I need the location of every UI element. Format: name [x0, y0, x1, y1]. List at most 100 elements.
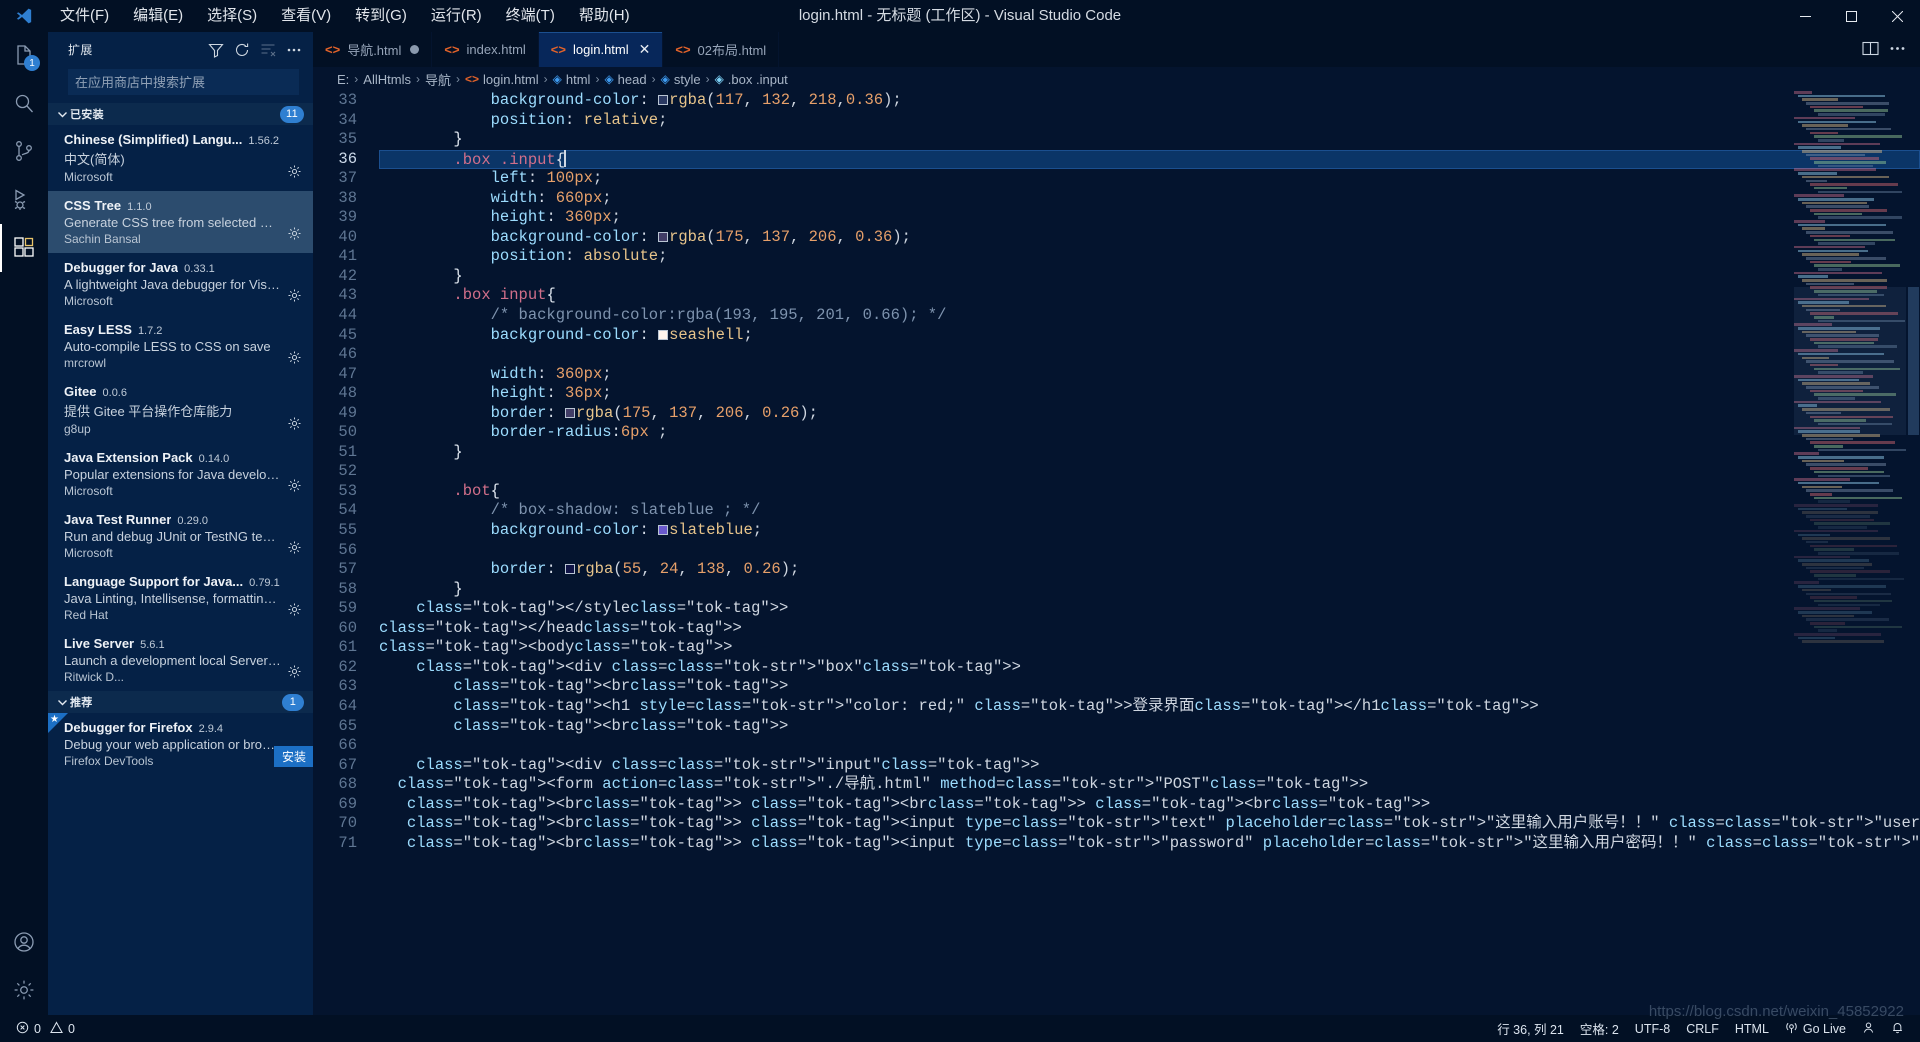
code-line[interactable]: left: 100px; [379, 169, 1920, 189]
tab-index-html[interactable]: <> index.html [432, 32, 539, 67]
code-line[interactable]: border: rgba(175, 137, 206, 0.26); [379, 404, 1920, 424]
code-line[interactable]: border-radius:6px ; [379, 423, 1920, 443]
activity-run-debug[interactable] [0, 176, 48, 224]
code-line[interactable]: class="tok-tag"><div class=class="tok-st… [379, 658, 1920, 678]
status-language-mode[interactable]: HTML [1727, 1015, 1777, 1042]
search-input[interactable] [75, 74, 292, 90]
gear-icon[interactable] [287, 288, 302, 306]
maximize-button[interactable] [1828, 0, 1874, 32]
gear-icon[interactable] [287, 478, 302, 496]
list-item[interactable]: Debugger for Java 0.33.1 A lightweight J… [48, 253, 313, 315]
breadcrumb-item-drive[interactable]: E: [337, 72, 349, 87]
breadcrumb-item-selector[interactable]: ◈ .box .input [715, 72, 788, 87]
code-line[interactable]: class="tok-tag"><brclass="tok-tag">> cla… [379, 814, 1920, 834]
section-installed-header[interactable]: 已安装 11 [48, 103, 313, 125]
activity-extensions[interactable] [0, 224, 48, 272]
code-line[interactable] [379, 345, 1920, 365]
activity-search[interactable] [0, 80, 48, 128]
breadcrumb-item-daohang[interactable]: 导航 [425, 70, 451, 89]
code-line[interactable] [379, 736, 1920, 756]
clear-search-icon[interactable] [257, 39, 279, 61]
code-line[interactable]: background-color: slateblue; [379, 521, 1920, 541]
code-line[interactable]: /* background-color:rgba(193, 195, 201, … [379, 306, 1920, 326]
code-line[interactable]: } [379, 580, 1920, 600]
list-item[interactable]: ★ Debugger for Firefox 2.9.4 Debug your … [48, 713, 313, 775]
gear-icon[interactable] [287, 602, 302, 620]
status-go-live[interactable]: Go Live [1777, 1015, 1854, 1042]
extension-search-box[interactable] [68, 69, 299, 95]
code-line[interactable] [379, 462, 1920, 482]
list-item[interactable]: Easy LESS 1.7.2 Auto-compile LESS to CSS… [48, 315, 313, 377]
close-icon[interactable]: ✕ [639, 41, 651, 58]
more-actions-icon[interactable] [1889, 40, 1906, 60]
breadcrumb[interactable]: E: › AllHtmls › 导航 › <> login.html › ◈ h… [313, 67, 1920, 91]
tab-login-html[interactable]: <> login.html ✕ [538, 32, 664, 67]
gear-icon[interactable] [287, 540, 302, 558]
code-line[interactable]: background-color: rgba(117, 132, 218,0.3… [379, 91, 1920, 111]
menu-view[interactable]: 查看(V) [269, 0, 343, 32]
code-line[interactable]: class="tok-tag"></styleclass="tok-tag">> [379, 599, 1920, 619]
status-encoding[interactable]: UTF-8 [1627, 1015, 1678, 1042]
activity-settings[interactable] [0, 967, 48, 1015]
code-line[interactable]: position: absolute; [379, 247, 1920, 267]
breadcrumb-item-html[interactable]: ◈ html [553, 72, 591, 87]
minimap[interactable] [1794, 91, 1906, 1015]
code-line[interactable]: background-color: rgba(175, 137, 206, 0.… [379, 228, 1920, 248]
list-item[interactable]: Chinese (Simplified) Langu... 1.56.2 中文(… [48, 125, 313, 191]
activity-source-control[interactable] [0, 128, 48, 176]
minimap-viewport[interactable] [1794, 287, 1906, 435]
status-cursor-position[interactable]: 行 36, 列 21 [1489, 1015, 1572, 1042]
minimize-button[interactable] [1782, 0, 1828, 32]
code-line[interactable]: } [379, 267, 1920, 287]
code-line[interactable]: } [379, 443, 1920, 463]
code-line[interactable]: class="tok-tag"><brclass="tok-tag">> [379, 677, 1920, 697]
menu-run[interactable]: 运行(R) [419, 0, 494, 32]
menu-file[interactable]: 文件(F) [48, 0, 121, 32]
section-recommended-header[interactable]: 推荐 1 [48, 691, 313, 713]
gear-icon[interactable] [287, 164, 302, 182]
list-item[interactable]: Live Server 5.6.1 Launch a development l… [48, 629, 313, 691]
code-line[interactable]: class="tok-tag"><h1 style=class="tok-str… [379, 697, 1920, 717]
tab-daohang-html[interactable]: <> 导航.html [313, 32, 433, 67]
activity-accounts[interactable] [0, 919, 48, 967]
code-line[interactable] [379, 541, 1920, 561]
status-account[interactable] [1854, 1015, 1883, 1042]
gear-icon[interactable] [287, 664, 302, 682]
code-line[interactable]: .bot{ [379, 482, 1920, 502]
activity-explorer[interactable]: 1 [0, 32, 48, 80]
code-line[interactable]: height: 36px; [379, 384, 1920, 404]
breadcrumb-item-head[interactable]: ◈ head [604, 72, 646, 87]
code-line[interactable]: class="tok-tag"><form action=class="tok-… [379, 775, 1920, 795]
status-eol[interactable]: CRLF [1678, 1015, 1727, 1042]
code-editor[interactable]: 33 34 35 36 37 38 39 40 41 42 43 44 45 46 47 48 49 50 51 52… [313, 91, 1920, 1015]
split-editor-icon[interactable] [1862, 40, 1879, 60]
menu-bar[interactable]: 文件(F) 编辑(E) 选择(S) 查看(V) 转到(G) 运行(R) 终端(T… [48, 0, 642, 32]
code-line[interactable]: position: relative; [379, 111, 1920, 131]
code-line[interactable]: width: 360px; [379, 365, 1920, 385]
breadcrumb-item-login-html[interactable]: <> login.html [465, 72, 539, 87]
list-item[interactable]: Language Support for Java... 0.79.1 Java… [48, 567, 313, 629]
list-item[interactable]: CSS Tree 1.1.0 Generate CSS tree from se… [48, 191, 313, 253]
menu-terminal[interactable]: 终端(T) [494, 0, 567, 32]
code-line[interactable]: /* box-shadow: slateblue ; */ [379, 501, 1920, 521]
code-line[interactable]: .box .input{ [379, 149, 1920, 170]
more-actions-icon[interactable] [283, 39, 305, 61]
code-line[interactable]: class="tok-tag"><brclass="tok-tag">> [379, 717, 1920, 737]
code-line[interactable]: class="tok-tag"><brclass="tok-tag">> cla… [379, 795, 1920, 815]
code-line[interactable]: class="tok-tag"><brclass="tok-tag">> cla… [379, 834, 1920, 854]
menu-edit[interactable]: 编辑(E) [121, 0, 195, 32]
install-button[interactable]: 安装 [274, 746, 313, 767]
list-item[interactable]: Java Extension Pack 0.14.0 Popular exten… [48, 443, 313, 505]
status-notifications[interactable] [1883, 1015, 1912, 1042]
gear-icon[interactable] [287, 226, 302, 244]
close-button[interactable] [1874, 0, 1920, 32]
menu-selection[interactable]: 选择(S) [195, 0, 269, 32]
breadcrumb-item-style[interactable]: ◈ style [661, 72, 701, 87]
list-item[interactable]: Java Test Runner 0.29.0 Run and debug JU… [48, 505, 313, 567]
code-line[interactable]: .box input{ [379, 286, 1920, 306]
code-line[interactable]: class="tok-tag"><div class=class="tok-st… [379, 756, 1920, 776]
vertical-scrollbar[interactable] [1906, 91, 1920, 1015]
code-line[interactable]: class="tok-tag"><bodyclass="tok-tag">> [379, 638, 1920, 658]
code-line[interactable]: width: 660px; [379, 189, 1920, 209]
refresh-icon[interactable] [231, 39, 253, 61]
